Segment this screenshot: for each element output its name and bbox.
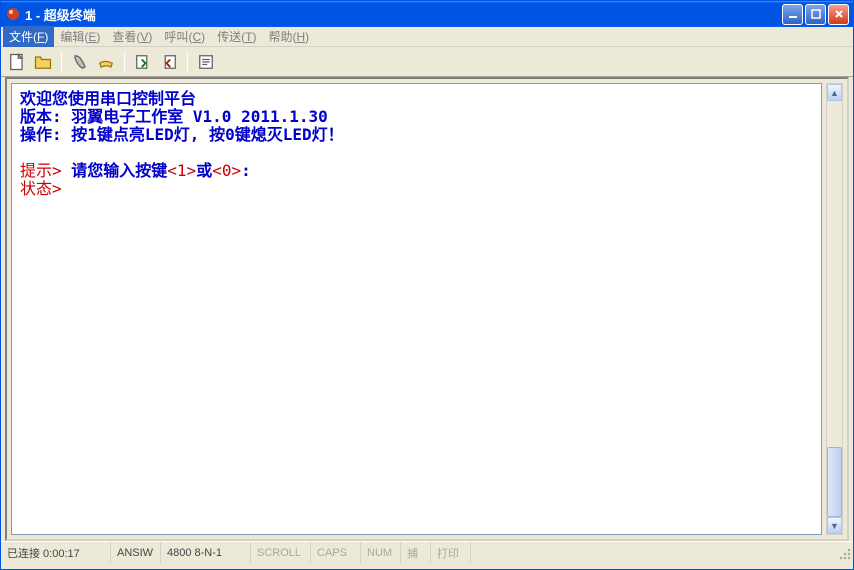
window-title: 1 - 超级终端	[25, 5, 782, 24]
prompt-tip-text: 请您输入按键	[62, 161, 168, 180]
version-line: 版本: 羽翼电子工作室 V1.0 2011.1.30	[20, 107, 328, 126]
statusbar: 已连接 0:00:17 ANSIW 4800 8-N-1 SCROLL CAPS…	[1, 541, 853, 563]
scroll-thumb[interactable]	[827, 447, 842, 517]
window-controls	[782, 4, 849, 25]
scroll-up-icon[interactable]: ▲	[827, 84, 842, 101]
properties-icon[interactable]	[196, 52, 216, 72]
app-icon	[5, 6, 21, 22]
status-caps: CAPS	[311, 542, 361, 563]
toolbar	[1, 47, 853, 77]
toolbar-separator	[124, 52, 125, 72]
menubar: 文件(F) 编辑(E) 查看(V) 呼叫(C) 传送(T) 帮助(H)	[1, 27, 853, 47]
welcome-line: 欢迎您使用串口控制平台	[20, 89, 196, 108]
status-emulation: ANSIW	[111, 542, 161, 563]
status-port: 4800 8-N-1	[161, 542, 251, 563]
prompt-tip-label: 提示>	[20, 161, 62, 180]
prompt-status-label: 状态>	[20, 179, 62, 198]
content-frame: 欢迎您使用串口控制平台 版本: 羽翼电子工作室 V1.0 2011.1.30 操…	[5, 77, 849, 541]
prompt-tip-text: :	[241, 161, 251, 180]
new-file-icon[interactable]	[7, 52, 27, 72]
toolbar-separator	[61, 52, 62, 72]
scrollbar[interactable]: ▲ ▼	[826, 83, 843, 535]
prompt-tip-text: 或	[196, 161, 212, 180]
menu-call[interactable]: 呼叫(C)	[158, 26, 211, 47]
status-connected: 已连接 0:00:17	[1, 542, 111, 563]
close-button[interactable]	[828, 4, 849, 25]
menu-file[interactable]: 文件(F)	[3, 26, 54, 47]
minimize-button[interactable]	[782, 4, 803, 25]
status-print: 打印	[431, 542, 471, 563]
menu-help[interactable]: 帮助(H)	[262, 26, 315, 47]
prompt-key-0: <0>	[212, 161, 241, 180]
resize-grip-icon[interactable]	[835, 544, 853, 562]
menu-edit[interactable]: 编辑(E)	[54, 26, 106, 47]
menu-view[interactable]: 查看(V)	[106, 26, 158, 47]
instruction-line: 操作: 按1键点亮LED灯, 按0键熄灭LED灯！	[20, 125, 344, 144]
status-num: NUM	[361, 542, 401, 563]
status-scroll: SCROLL	[251, 542, 311, 563]
maximize-button[interactable]	[805, 4, 826, 25]
titlebar[interactable]: 1 - 超级终端	[1, 1, 853, 27]
phone-connect-icon[interactable]	[70, 52, 90, 72]
status-capture: 捕	[401, 542, 431, 563]
terminal-output[interactable]: 欢迎您使用串口控制平台 版本: 羽翼电子工作室 V1.0 2011.1.30 操…	[11, 83, 822, 535]
prompt-key-1: <1>	[167, 161, 196, 180]
send-file-icon[interactable]	[133, 52, 153, 72]
open-folder-icon[interactable]	[33, 52, 53, 72]
toolbar-separator	[187, 52, 188, 72]
menu-transfer[interactable]: 传送(T)	[211, 26, 262, 47]
receive-file-icon[interactable]	[159, 52, 179, 72]
phone-disconnect-icon[interactable]	[96, 52, 116, 72]
scroll-down-icon[interactable]: ▼	[827, 517, 842, 534]
